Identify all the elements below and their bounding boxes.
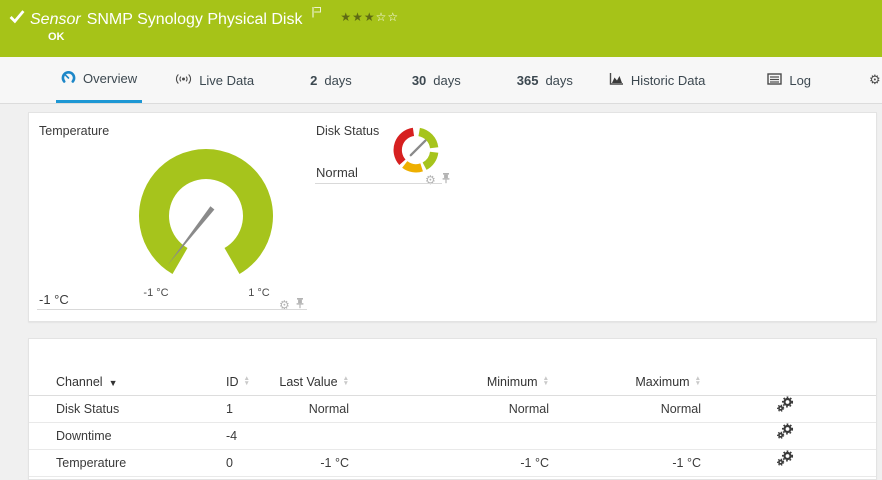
temperature-gauge-title: Temperature — [39, 124, 109, 138]
flag-icon — [306, 5, 326, 22]
sort-desc-icon: ▼ — [109, 378, 118, 388]
tab-2-days[interactable]: 2 days — [305, 57, 357, 103]
column-header-id[interactable]: ID▲▼ — [226, 369, 259, 396]
status-badge: OK — [48, 31, 65, 43]
object-type-label: Sensor — [30, 11, 81, 28]
tab-settings[interactable]: ⚙ Settings — [864, 57, 882, 103]
sensor-header: SensorSNMP Synology Physical Disk ★★★☆☆ … — [0, 0, 882, 57]
pin-icon[interactable] — [441, 171, 451, 189]
cell-last-value: -1 °C — [259, 450, 349, 477]
channel-gear-icon[interactable]: ⚙ — [425, 174, 436, 186]
column-header-last-value[interactable]: Last Value▲▼ — [259, 369, 349, 396]
cell-id: -4 — [226, 423, 259, 450]
cell-minimum — [349, 423, 549, 450]
table-row: Disk Status 1 Normal Normal Normal — [29, 396, 876, 423]
channel-settings-gears-icon[interactable] — [776, 423, 794, 450]
column-header-channel[interactable]: Channel▼ — [56, 369, 226, 396]
cell-channel: Temperature — [56, 450, 226, 477]
disk-status-current-value: Normal — [316, 165, 358, 180]
cell-channel: Disk Status — [56, 396, 226, 423]
tab-historic-data[interactable]: Historic Data — [604, 57, 710, 103]
area-chart-icon — [609, 72, 624, 89]
cell-channel: Downtime — [56, 423, 226, 450]
sensor-title-line: Sensor SNMP Synology Physical Disk ★★★☆☆ — [30, 5, 399, 29]
cell-minimum: Normal — [349, 396, 549, 423]
cell-id: 0 — [226, 450, 259, 477]
sensor-page: SensorSNMP Synology Physical Disk ★★★☆☆ … — [0, 0, 882, 480]
channel-table-panel: Channel▼ ID▲▼ Last Value▲▼ Minimum▲▼ Max… — [28, 338, 877, 480]
pin-icon[interactable] — [295, 296, 305, 314]
gauge-icon — [61, 70, 76, 88]
channel-settings-gears-icon[interactable] — [776, 450, 794, 477]
gauge-needle — [411, 141, 426, 156]
temperature-current-value: -1 °C — [39, 292, 69, 307]
priority-stars[interactable]: ★★★☆☆ — [340, 10, 399, 24]
temperature-gauge — [136, 144, 276, 289]
page-title: SNMP Synology Physical Disk — [87, 11, 303, 28]
log-list-icon — [767, 73, 782, 88]
channel-settings-gears-icon[interactable] — [776, 396, 794, 423]
cell-last-value — [259, 423, 349, 450]
cell-minimum: -1 °C — [349, 450, 549, 477]
tab-live-data[interactable]: Live Data — [170, 57, 259, 103]
cell-maximum: -1 °C — [549, 450, 701, 477]
column-header-maximum[interactable]: Maximum▲▼ — [549, 369, 701, 396]
cell-maximum — [549, 423, 701, 450]
disk-status-gauge-title: Disk Status — [316, 124, 379, 138]
overview-gauges-panel: Temperature -1 °C 1 °C -1 °C ⚙ Disk Stat… — [28, 112, 877, 322]
gauge-min-label: -1 °C — [133, 287, 179, 299]
channel-table: Channel▼ ID▲▼ Last Value▲▼ Minimum▲▼ Max… — [29, 369, 876, 477]
table-row: Temperature 0 -1 °C -1 °C -1 °C — [29, 450, 876, 477]
temperature-channel-block: Temperature -1 °C 1 °C -1 °C ⚙ — [29, 113, 311, 321]
disk-status-channel-block: Disk Status Normal ⚙ — [311, 113, 471, 321]
table-row: Downtime -4 — [29, 423, 876, 450]
broadcast-icon — [175, 72, 192, 89]
cell-id: 1 — [226, 396, 259, 423]
cell-last-value: Normal — [259, 396, 349, 423]
cell-maximum: Normal — [549, 396, 701, 423]
tab-365-days[interactable]: 365 days — [512, 57, 578, 103]
gauge-max-label: 1 °C — [236, 287, 282, 299]
gauge-needle — [168, 206, 215, 265]
ok-check-icon — [9, 9, 25, 29]
divider — [37, 309, 307, 310]
tab-30-days[interactable]: 30 days — [407, 57, 466, 103]
divider — [315, 183, 442, 184]
tab-overview[interactable]: Overview — [56, 57, 142, 103]
table-header-row: Channel▼ ID▲▼ Last Value▲▼ Minimum▲▼ Max… — [29, 369, 876, 396]
tab-log[interactable]: Log — [762, 57, 816, 103]
column-header-minimum[interactable]: Minimum▲▼ — [349, 369, 549, 396]
gear-icon: ⚙ — [869, 72, 881, 88]
tab-bar: Overview Live Data 2 days 30 days 365 da… — [0, 57, 882, 104]
sort-icon: ▲▼ — [244, 376, 250, 386]
